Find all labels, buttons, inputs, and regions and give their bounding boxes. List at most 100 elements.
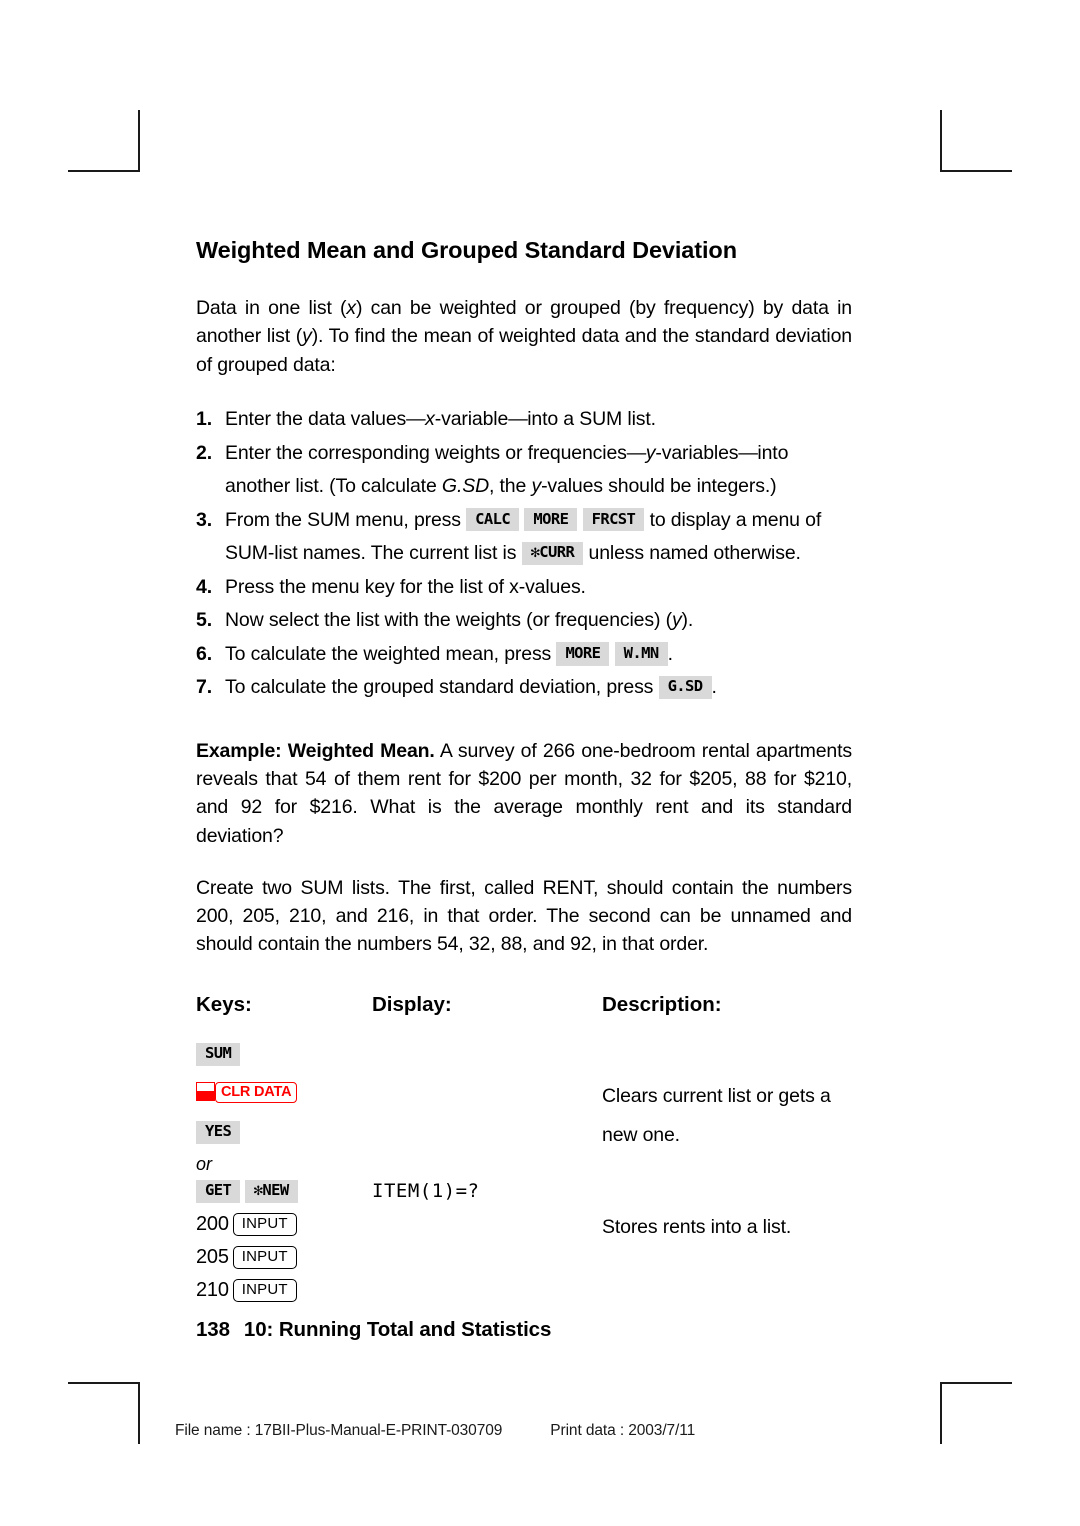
step-1-var-x: x bbox=[425, 407, 435, 430]
numeric-entry-205: 205 bbox=[196, 1245, 229, 1268]
step-5-var-y: y bbox=[671, 609, 682, 632]
step-6-text-b: . bbox=[667, 642, 673, 665]
step-2-dash-1: — bbox=[626, 441, 647, 464]
table-row: SUM bbox=[196, 1042, 852, 1076]
step-2-number: 2. bbox=[196, 441, 212, 464]
step-3: 3. From the SUM menu, press CALC MORE FRC… bbox=[196, 504, 852, 571]
print-production-line: File name : 17BII-Plus-Manual-E-PRINT-03… bbox=[175, 1422, 695, 1440]
table-row: YES new one. bbox=[196, 1120, 852, 1154]
row-keys-cell: SUM bbox=[196, 1042, 372, 1066]
row-description-cell: Stores rents into a list. bbox=[602, 1215, 792, 1238]
menu-key-new[interactable]: ✻NEW bbox=[244, 1179, 298, 1203]
step-1-number: 1. bbox=[196, 407, 212, 430]
numeric-entry-210: 210 bbox=[196, 1278, 229, 1301]
calculator-display-item-prompt: ITEM(1)=? bbox=[372, 1179, 480, 1202]
step-5-text-a: Now select the list with the weights (or… bbox=[225, 609, 672, 632]
table-row: 200 INPUT Stores rents into a list. bbox=[196, 1212, 852, 1246]
step-1-text-c: into a SUM list. bbox=[527, 407, 656, 430]
menu-key-more[interactable]: MORE bbox=[524, 508, 578, 532]
numeric-entry-200: 200 bbox=[196, 1212, 229, 1235]
page-footer-heading: 138 10: Running Total and Statistics bbox=[196, 1318, 551, 1342]
keys-display-description-table: Keys: Display: Description: SUM CLR DATA… bbox=[196, 993, 852, 1312]
step-4-text: Press the menu key for the list of x-val… bbox=[225, 575, 586, 598]
step-2-var-y2: y bbox=[531, 475, 542, 498]
row-description-cell: new one. bbox=[602, 1123, 680, 1146]
step-6: 6. To calculate the weighted mean, press … bbox=[196, 638, 852, 672]
table-row: GET ✻NEW ITEM(1)=? bbox=[196, 1179, 852, 1213]
create-lists-paragraph: Create two SUM lists. The first, called … bbox=[196, 876, 852, 956]
step-3-text-c: unless named otherwise. bbox=[588, 542, 801, 565]
step-5-text-b: ). bbox=[681, 609, 694, 632]
menu-key-sum[interactable]: SUM bbox=[196, 1042, 241, 1066]
step-2-text-e: -values should be integers.) bbox=[541, 475, 777, 498]
step-3-text-a: From the SUM menu, press bbox=[225, 508, 461, 531]
intro-text-a: Data in one list ( bbox=[196, 297, 347, 320]
row-description-cell: Clears current list or gets a bbox=[602, 1084, 831, 1107]
input-key-1[interactable]: INPUT bbox=[232, 1212, 297, 1237]
step-3-number: 3. bbox=[196, 508, 212, 531]
step-2-dash-2: — bbox=[738, 441, 758, 464]
menu-key-yes[interactable]: YES bbox=[196, 1120, 241, 1144]
step-1-dash-2: — bbox=[508, 407, 528, 430]
crop-mark-bottom-right bbox=[940, 1382, 1012, 1444]
column-header-display: Display: bbox=[372, 992, 452, 1016]
chapter-title: 10: Running Total and Statistics bbox=[243, 1318, 552, 1341]
step-2: 2. Enter the corresponding weights or fre… bbox=[196, 437, 852, 504]
page-title: Weighted Mean and Grouped Standard Devia… bbox=[196, 237, 737, 263]
step-5-number: 5. bbox=[196, 609, 212, 632]
table-header-row: Keys: Display: Description: bbox=[196, 993, 852, 1017]
menu-key-more-2[interactable]: MORE bbox=[556, 642, 610, 666]
step-7-text-b: . bbox=[711, 676, 717, 699]
step-6-number: 6. bbox=[196, 642, 212, 665]
step-2-text-a: Enter the corresponding weights or frequ… bbox=[225, 441, 627, 464]
page-number: 138 bbox=[196, 1318, 230, 1341]
print-data-label: Print data : 2003/7/11 bbox=[550, 1422, 696, 1439]
input-key-3[interactable]: INPUT bbox=[232, 1278, 297, 1303]
step-1-text-b: -variable bbox=[434, 407, 509, 430]
file-name-label: File name : 17BII-Plus-Manual-E-PRINT-03… bbox=[175, 1422, 503, 1439]
menu-key-wmn[interactable]: W.MN bbox=[614, 642, 668, 666]
step-1-dash-1: — bbox=[406, 407, 426, 430]
step-7-number: 7. bbox=[196, 676, 212, 699]
shifted-key-clr-data[interactable]: CLR DATA bbox=[215, 1081, 298, 1104]
step-2-var-y: y bbox=[645, 441, 656, 464]
step-7: 7. To calculate the grouped standard devi… bbox=[196, 671, 852, 705]
column-header-keys: Keys: bbox=[196, 992, 252, 1016]
procedure-step-list: 1. Enter the data values—x-variable—into … bbox=[196, 403, 852, 705]
intro-var-x: x bbox=[346, 297, 356, 320]
intro-var-y: y bbox=[302, 325, 312, 348]
table-row: CLR DATA Clears current list or gets a bbox=[196, 1081, 852, 1115]
table-row: 205 INPUT bbox=[196, 1245, 852, 1279]
menu-key-calc[interactable]: CALC bbox=[466, 508, 520, 532]
step-5: 5. Now select the list with the weights (… bbox=[196, 604, 852, 638]
step-4-number: 4. bbox=[196, 575, 212, 598]
step-2-term-gsd: G.SD bbox=[441, 475, 489, 498]
column-header-description: Description: bbox=[602, 992, 722, 1016]
step-1-text-a: Enter the data values bbox=[225, 407, 407, 430]
step-2-text-d: , the bbox=[489, 475, 532, 498]
crop-mark-bottom-left bbox=[68, 1382, 140, 1444]
page-content: Weighted Mean and Grouped Standard Devia… bbox=[196, 236, 852, 1312]
row-keys-cell: 200 INPUT bbox=[196, 1212, 372, 1237]
example-paragraph: Example: Weighted Mean. A survey of 266 … bbox=[196, 737, 852, 850]
example-lead-in: Example: Weighted Mean. bbox=[196, 739, 435, 762]
row-keys-cell: YES bbox=[196, 1120, 372, 1144]
menu-key-curr[interactable]: ✻CURR bbox=[521, 541, 584, 565]
row-keys-cell: 205 INPUT bbox=[196, 1245, 372, 1270]
menu-key-frcst[interactable]: FRCST bbox=[582, 508, 645, 532]
table-row: or bbox=[196, 1154, 852, 1180]
row-keys-cell: CLR DATA bbox=[196, 1081, 372, 1104]
step-4: 4. Press the menu key for the list of x-v… bbox=[196, 571, 852, 605]
menu-key-gsd[interactable]: G.SD bbox=[658, 675, 712, 700]
row-keys-cell: GET ✻NEW bbox=[196, 1179, 372, 1203]
alternative-label-or: or bbox=[196, 1153, 213, 1174]
table-row: 210 INPUT bbox=[196, 1278, 852, 1312]
shift-key-icon[interactable] bbox=[196, 1081, 215, 1101]
step-1: 1. Enter the data values—x-variable—into … bbox=[196, 403, 852, 437]
step-7-text-a: To calculate the grouped standard deviat… bbox=[225, 676, 654, 699]
step-6-text-a: To calculate the weighted mean, press bbox=[225, 642, 552, 665]
menu-key-get[interactable]: GET bbox=[196, 1179, 241, 1203]
crop-mark-top-left bbox=[68, 110, 140, 172]
intro-paragraph: Data in one list (x) can be weighted or … bbox=[196, 294, 852, 379]
input-key-2[interactable]: INPUT bbox=[232, 1245, 297, 1270]
